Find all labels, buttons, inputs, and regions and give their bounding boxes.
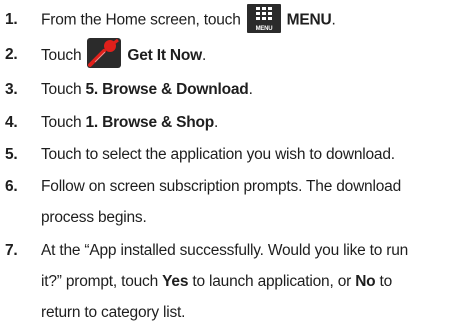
step-number: 6. (5, 178, 18, 195)
step-number: 2. (5, 46, 18, 63)
step-bold-text: Get It Now (127, 47, 203, 65)
step-text: Touch (41, 47, 82, 65)
step-number: 7. (5, 242, 18, 259)
no-label: No (355, 273, 376, 290)
step-bold-text: MENU (286, 11, 332, 29)
step-text: Touch (41, 114, 86, 131)
get-it-now-icon (87, 38, 122, 68)
step-number: 1. (5, 11, 18, 28)
yes-label: Yes (162, 273, 189, 290)
menu-icon: MENU (246, 4, 281, 33)
step-text: Touch (41, 81, 86, 98)
step-number: 3. (5, 81, 18, 98)
step-text: From the Home screen, touch (41, 11, 241, 29)
step-text-line: return to category list. (41, 304, 186, 321)
step-text-line: process begins. (41, 209, 147, 226)
step-text-line: At the “App installed successfully. Woul… (41, 242, 409, 259)
step-bold-text: 1. Browse & Shop (85, 114, 215, 131)
step-text-line: it?” prompt, touch Yes to launch applica… (41, 273, 393, 290)
step-text: Touch to select the application you wish… (41, 146, 395, 163)
step-number: 5. (5, 146, 18, 163)
instruction-steps: 1. From the Home screen, touch MENU MENU… (0, 0, 455, 336)
step-number: 4. (5, 114, 18, 131)
step-text-line: Follow on screen subscription prompts. T… (41, 178, 401, 195)
step-bold-text: 5. Browse & Download (85, 81, 249, 98)
menu-icon-caption: MENU (255, 26, 272, 32)
